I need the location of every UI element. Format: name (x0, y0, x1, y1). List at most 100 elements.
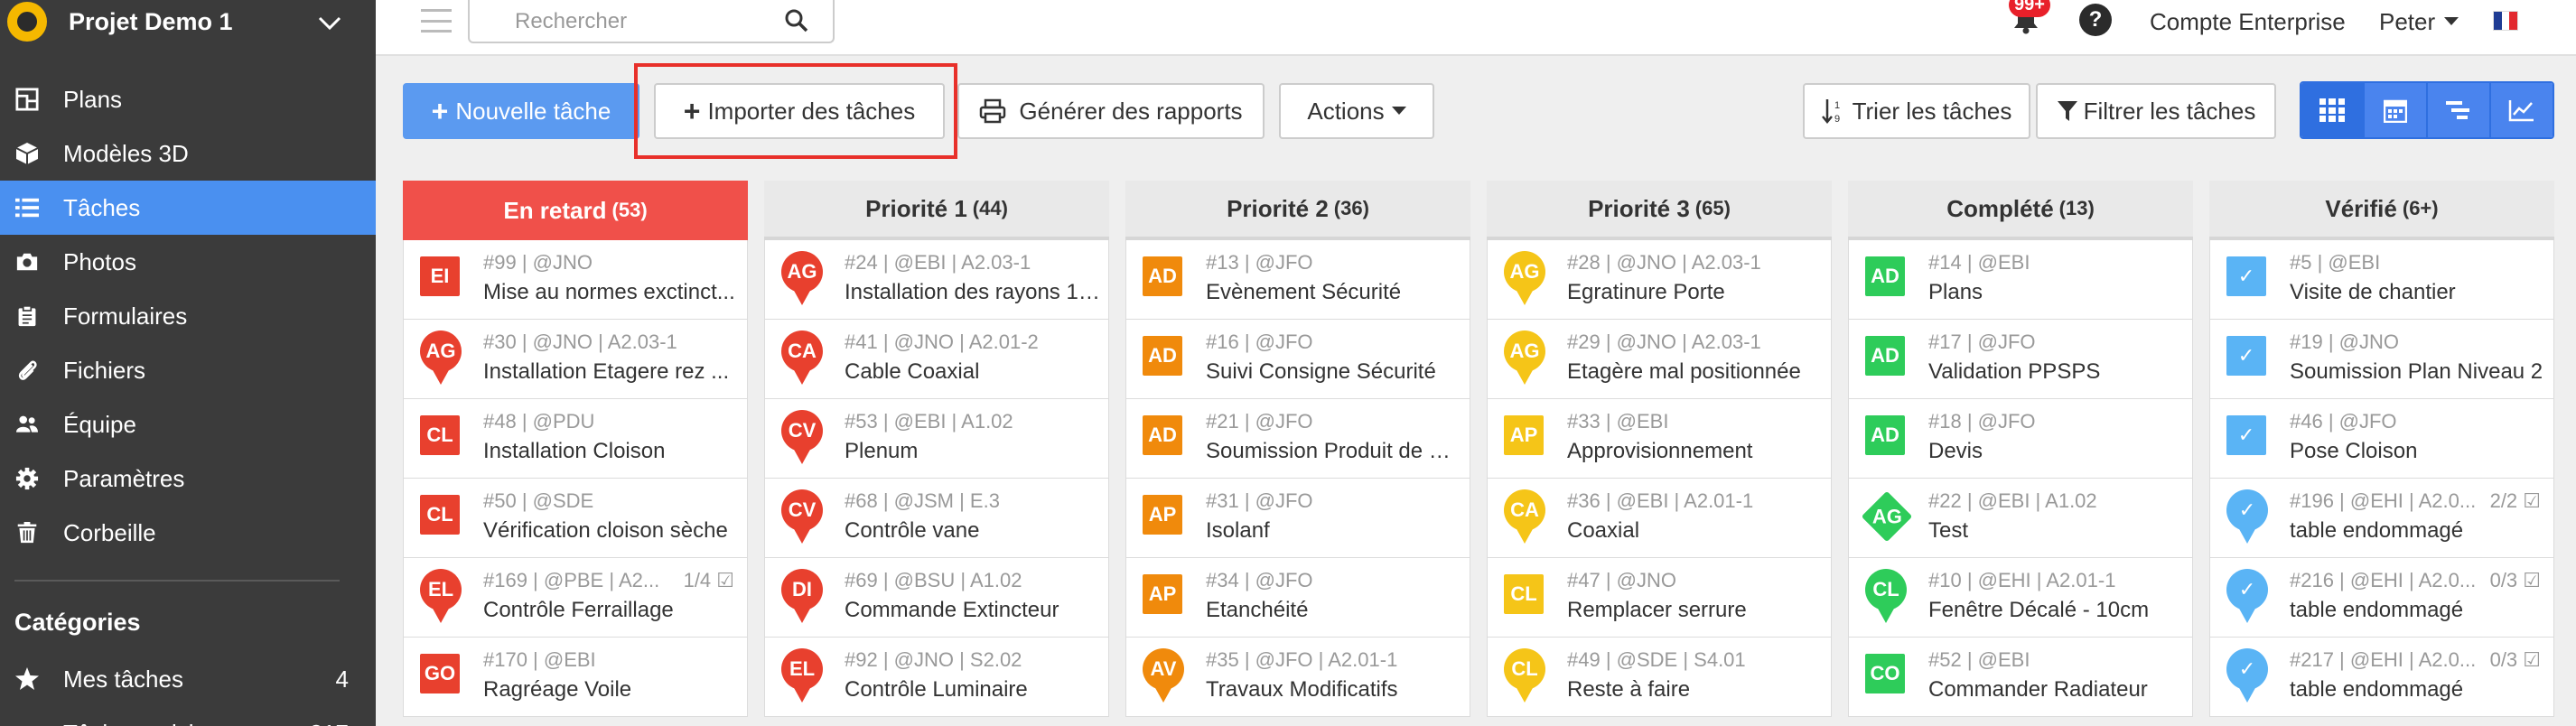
sidebar-item-formulaires[interactable]: Formulaires (0, 289, 376, 343)
category-item[interactable]: Tâches suivies 217 (0, 706, 376, 726)
column-header[interactable]: En retard (53) (403, 181, 748, 240)
task-card[interactable]: EI #99 | @JNO Mise au normes exctinct... (403, 240, 748, 320)
sidebar-item-label: Photos (63, 247, 136, 275)
task-card[interactable]: CV #68 | @JSM | E.3 Contrôle vane (764, 479, 1109, 558)
task-badge-icon: AG (781, 251, 823, 305)
column-count: (44) (972, 197, 1008, 219)
task-card[interactable]: ✓ #46 | @JFO Pose Cloison (2209, 399, 2554, 479)
task-card[interactable]: CA #36 | @EBI | A2.01-1 Coaxial (1487, 479, 1832, 558)
task-card[interactable]: AP #34 | @JFO Etanchéité (1125, 558, 1470, 638)
category-label: Tâches suivies (63, 720, 219, 726)
task-badge-icon: EL (781, 648, 823, 703)
sidebar: Projet Demo 1 Plans Modèles 3D Tâches Photo… (0, 0, 376, 726)
task-meta: #41 | @JNO | A2.01-2 (845, 330, 1039, 353)
task-meta: #19 | @JNO (2290, 330, 2399, 353)
task-card[interactable]: CL #47 | @JNO Remplacer serrure (1487, 558, 1832, 638)
cube-icon (14, 141, 40, 166)
category-count: 217 (310, 720, 349, 726)
sidebar-item-tâches[interactable]: Tâches (0, 181, 376, 235)
task-badge-icon: AD (1865, 256, 1905, 296)
topbar: Rechercher 99+ ? Compte Enterprise Peter (376, 0, 2576, 56)
grid-view-button[interactable] (2301, 83, 2365, 137)
gantt-view-button[interactable] (2428, 83, 2491, 137)
task-card[interactable]: AV #35 | @JFO | A2.01-1 Travaux Modificati… (1125, 638, 1470, 717)
task-card[interactable]: CL #10 | @EHI | A2.01-1 Fenêtre Décalé - 1… (1848, 558, 2193, 638)
task-card[interactable]: DI #69 | @BSU | A1.02 Commande Extincteur (764, 558, 1109, 638)
task-card[interactable]: EL #169 | @PBE | A2... 1/4 ☑ Contrôle Ferra… (403, 558, 748, 638)
task-badge-icon: GO (420, 654, 460, 693)
column-header[interactable]: Complété (13) (1848, 181, 2193, 240)
user-menu[interactable]: Peter (2379, 5, 2459, 38)
column-header[interactable]: Priorité 2 (36) (1125, 181, 1470, 240)
column-header[interactable]: Priorité 3 (65) (1487, 181, 1832, 240)
sidebar-item-photos[interactable]: Photos (0, 235, 376, 289)
task-card[interactable]: AD #16 | @JFO Suivi Consigne Sécurité (1125, 320, 1470, 399)
column-title: Priorité 2 (1227, 194, 1329, 222)
menu-icon[interactable] (421, 9, 452, 33)
search-icon[interactable] (784, 8, 809, 33)
task-name: table endommagé (2290, 598, 2464, 622)
sidebar-item-équipe[interactable]: Équipe (0, 397, 376, 451)
column-header[interactable]: Vérifié (6+) (2209, 181, 2554, 240)
new-task-button[interactable]: + Nouvelle tâche (403, 83, 639, 139)
generate-reports-button[interactable]: Générer des rapports (957, 83, 1265, 139)
calendar-view-button[interactable] (2365, 83, 2428, 137)
task-card[interactable]: AP #31 | @JFO Isolanf (1125, 479, 1470, 558)
task-progress: 1/4 ☑ (683, 569, 734, 591)
notification-badge: 99+ (2009, 0, 2050, 17)
filter-tasks-button[interactable]: Filtrer les tâches (2036, 83, 2276, 139)
task-card[interactable]: ✓ #5 | @EBI Visite de chantier (2209, 240, 2554, 320)
task-card[interactable]: ✓ #196 | @EHI | A2.0... 2/2 ☑ table endomma… (2209, 479, 2554, 558)
task-card[interactable]: AG #29 | @JNO | A2.03-1 Etagère mal positi… (1487, 320, 1832, 399)
task-name: Cable Coaxial (845, 359, 980, 384)
task-card[interactable]: CA #41 | @JNO | A2.01-2 Cable Coaxial (764, 320, 1109, 399)
task-meta: #217 | @EHI | A2.0... (2290, 648, 2477, 671)
task-card[interactable]: CV #53 | @EBI | A1.02 Plenum (764, 399, 1109, 479)
sidebar-item-corbeille[interactable]: Corbeille (0, 506, 376, 560)
task-card[interactable]: AD #17 | @JFO Validation PPSPS (1848, 320, 2193, 399)
french-flag-icon[interactable] (2493, 11, 2518, 31)
task-name: Fenêtre Décalé - 10cm (1928, 598, 2150, 622)
task-card[interactable]: GO #170 | @EBI Ragréage Voile (403, 638, 748, 717)
task-card[interactable]: ✓ #217 | @EHI | A2.0... 0/3 ☑ table endomma… (2209, 638, 2554, 717)
chart-view-button[interactable] (2491, 83, 2553, 137)
task-card[interactable]: ✓ #216 | @EHI | A2.0... 0/3 ☑ table endomma… (2209, 558, 2554, 638)
column-count: (65) (1694, 197, 1731, 219)
search-input[interactable]: Rechercher (468, 0, 835, 43)
task-card[interactable]: AD #18 | @JFO Devis (1848, 399, 2193, 479)
task-card[interactable]: AG #28 | @JNO | A2.03-1 Egratinure Porte (1487, 240, 1832, 320)
task-card[interactable]: ✓ #19 | @JNO Soumission Plan Niveau 2 (2209, 320, 2554, 399)
help-icon[interactable]: ? (2079, 4, 2112, 36)
task-card[interactable]: EL #92 | @JNO | S2.02 Contrôle Luminaire (764, 638, 1109, 717)
task-name: Commande Extincteur (845, 598, 1059, 622)
sidebar-item-modèles-3d[interactable]: Modèles 3D (0, 126, 376, 181)
category-item[interactable]: Mes tâches 4 (0, 652, 376, 706)
task-name: Coaxial (1567, 518, 1640, 543)
app-logo (7, 2, 47, 42)
task-card[interactable]: CL #49 | @SDE | S4.01 Reste à faire (1487, 638, 1832, 717)
actions-dropdown[interactable]: Actions (1279, 83, 1434, 139)
sidebar-item-paramètres[interactable]: Paramètres (0, 451, 376, 506)
task-card[interactable]: AD #21 | @JFO Soumission Produit de C... (1125, 399, 1470, 479)
task-card[interactable]: AG #30 | @JNO | A2.03-1 Installation Etage… (403, 320, 748, 399)
project-header[interactable]: Projet Demo 1 (0, 0, 376, 43)
task-badge-icon: AP (1143, 574, 1182, 614)
task-card[interactable]: CL #48 | @PDU Installation Cloison (403, 399, 748, 479)
task-card[interactable]: AG #22 | @EBI | A1.02 Test (1848, 479, 2193, 558)
task-card[interactable]: AG #24 | @EBI | A2.03-1 Installation des r… (764, 240, 1109, 320)
sidebar-item-plans[interactable]: Plans (0, 72, 376, 126)
task-card[interactable]: CO #52 | @EBI Commander Radiateur (1848, 638, 2193, 717)
task-column: Priorité 3 (65) AG #28 | @JNO | A2.03-1 Egra… (1487, 181, 1832, 726)
filter-icon (2057, 101, 2077, 121)
task-card[interactable]: AD #13 | @JFO Evènement Sécurité (1125, 240, 1470, 320)
column-header[interactable]: Priorité 1 (44) (764, 181, 1109, 240)
sort-tasks-button[interactable]: 19 Trier les tâches (1803, 83, 2030, 139)
sidebar-item-fichiers[interactable]: Fichiers (0, 343, 376, 397)
task-card[interactable]: AD #14 | @EBI Plans (1848, 240, 2193, 320)
task-card[interactable]: AP #33 | @EBI Approvisionnement (1487, 399, 1832, 479)
chevron-down-icon[interactable] (318, 11, 341, 34)
account-link[interactable]: Compte Enterprise (2150, 5, 2346, 38)
task-meta: #28 | @JNO | A2.03-1 (1567, 251, 1761, 274)
task-card[interactable]: CL #50 | @SDE Vérification cloison sèche (403, 479, 748, 558)
eye-icon (14, 721, 40, 726)
